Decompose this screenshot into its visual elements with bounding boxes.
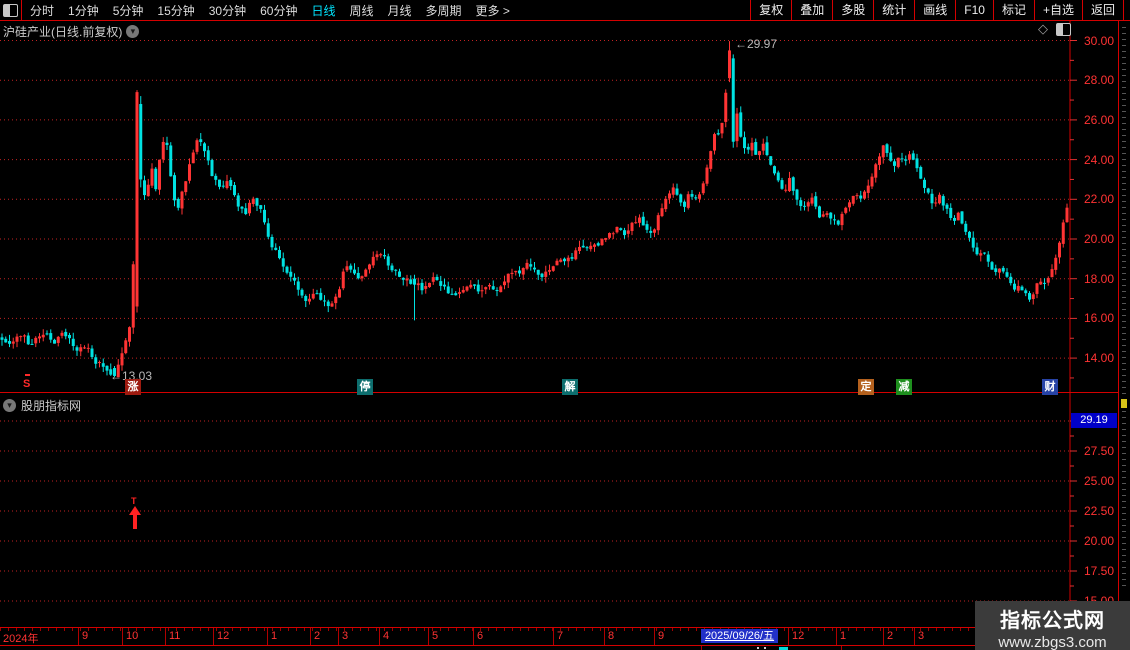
price-axis-label: 28.00	[1083, 73, 1114, 88]
month-separator	[338, 628, 339, 645]
status-dot	[764, 647, 766, 649]
event-marker[interactable]: 涨	[125, 379, 141, 395]
month-separator	[165, 628, 166, 645]
month-label: 2	[314, 630, 321, 642]
price-axis-label: 18.00	[1083, 271, 1114, 286]
chart-title: 沪硅产业(日线.前复权)	[3, 25, 123, 39]
signal-s-marker[interactable]: S	[23, 374, 31, 390]
high-price-annotation: ←29.97	[735, 37, 778, 51]
status-tick	[841, 646, 842, 650]
month-separator	[428, 628, 429, 645]
month-separator	[914, 628, 915, 645]
month-separator	[78, 628, 79, 645]
month-label: 12	[217, 630, 230, 642]
indicator-axis-label: 17.50	[1083, 564, 1114, 578]
diamond-icon[interactable]: ◇	[1038, 22, 1048, 36]
indicator-axis-label: 20.00	[1083, 534, 1114, 548]
month-label: 4	[383, 630, 390, 642]
price-axis-label: 26.00	[1083, 112, 1114, 127]
date-axis: 2024年 9 10 11 12 1 2 3 4 5 6 7 8 9 2025/09/26/五 12 1 2 3	[0, 627, 1130, 646]
month-separator	[604, 628, 605, 645]
strip-highlight	[1121, 399, 1127, 408]
month-label: 11	[169, 630, 181, 642]
up-arrow-shaft	[133, 514, 137, 529]
indicator-value-tag: 29.19	[1071, 413, 1117, 428]
chevron-down-icon[interactable]: ▾	[3, 399, 16, 412]
month-label: 5	[432, 630, 439, 642]
mini-overview-strip[interactable]	[1118, 21, 1130, 627]
watermark-url: www.zbgs3.com	[998, 634, 1107, 650]
month-separator	[213, 628, 214, 645]
month-separator	[553, 628, 554, 645]
watermark: 指标公式网 www.zbgs3.com	[975, 601, 1130, 650]
indicator-panel-header: ▾ 股朋指标网	[3, 397, 81, 414]
event-marker[interactable]: 减	[896, 379, 912, 395]
price-axis-label: 22.00	[1083, 192, 1114, 207]
month-separator	[310, 628, 311, 645]
price-axis-label: 20.00	[1083, 232, 1114, 246]
price-axis-label: 24.00	[1083, 152, 1114, 167]
status-bar-cutoff	[0, 646, 1130, 650]
indicator-axis-label: 25.00	[1083, 474, 1114, 488]
month-separator	[379, 628, 380, 645]
month-label: 3	[342, 630, 349, 642]
indicator-axis-label: 22.50	[1083, 504, 1114, 518]
month-label: 9	[82, 630, 89, 642]
status-tick	[701, 646, 702, 650]
month-separator	[883, 628, 884, 645]
month-separator	[267, 628, 268, 645]
app-window: 分时 1分钟 5分钟 15分钟 30分钟 60分钟 日线 周线 月线 多周期 更多 > 复权 叠加 多股…	[0, 0, 1130, 650]
event-marker[interactable]: 财	[1042, 379, 1058, 395]
indicator-signal-glyph: T	[131, 496, 137, 506]
month-label: 8	[608, 630, 615, 642]
month-separator	[122, 628, 123, 645]
price-axis-label: 30.00	[1083, 33, 1114, 48]
price-axis-label: 14.00	[1083, 351, 1114, 366]
main-chart-canvas[interactable]	[0, 0, 1130, 650]
chevron-down-icon[interactable]: ▾	[126, 25, 140, 38]
current-date-tag: 2025/09/26/五	[701, 629, 778, 643]
chart-title-row: 沪硅产业(日线.前复权) ▾	[3, 23, 140, 40]
indicator-panel-title: 股朋指标网	[21, 399, 82, 413]
month-label: 12	[792, 630, 805, 642]
month-label: 10	[126, 630, 139, 642]
month-label: 6	[477, 630, 484, 642]
month-label: 9	[658, 630, 665, 642]
month-separator	[836, 628, 837, 645]
month-separator	[654, 628, 655, 645]
month-label: 2024年	[3, 633, 39, 645]
event-marker[interactable]: 停	[357, 379, 373, 395]
indicator-axis-label: 27.50	[1083, 444, 1114, 458]
month-label: 3	[918, 630, 925, 642]
status-dot	[757, 647, 759, 649]
month-label: 2	[887, 630, 894, 642]
month-label: 1	[840, 630, 847, 642]
event-marker[interactable]: 解	[562, 379, 578, 395]
price-axis-label: 16.00	[1083, 311, 1114, 326]
panel-layout-icon[interactable]	[1056, 22, 1071, 36]
month-separator	[473, 628, 474, 645]
month-separator	[788, 628, 789, 645]
title-tools: ◇	[1038, 22, 1071, 36]
event-marker[interactable]: 定	[858, 379, 874, 395]
month-label: 1	[271, 630, 278, 642]
month-label: 7	[557, 630, 564, 642]
watermark-title: 指标公式网	[1000, 610, 1105, 632]
